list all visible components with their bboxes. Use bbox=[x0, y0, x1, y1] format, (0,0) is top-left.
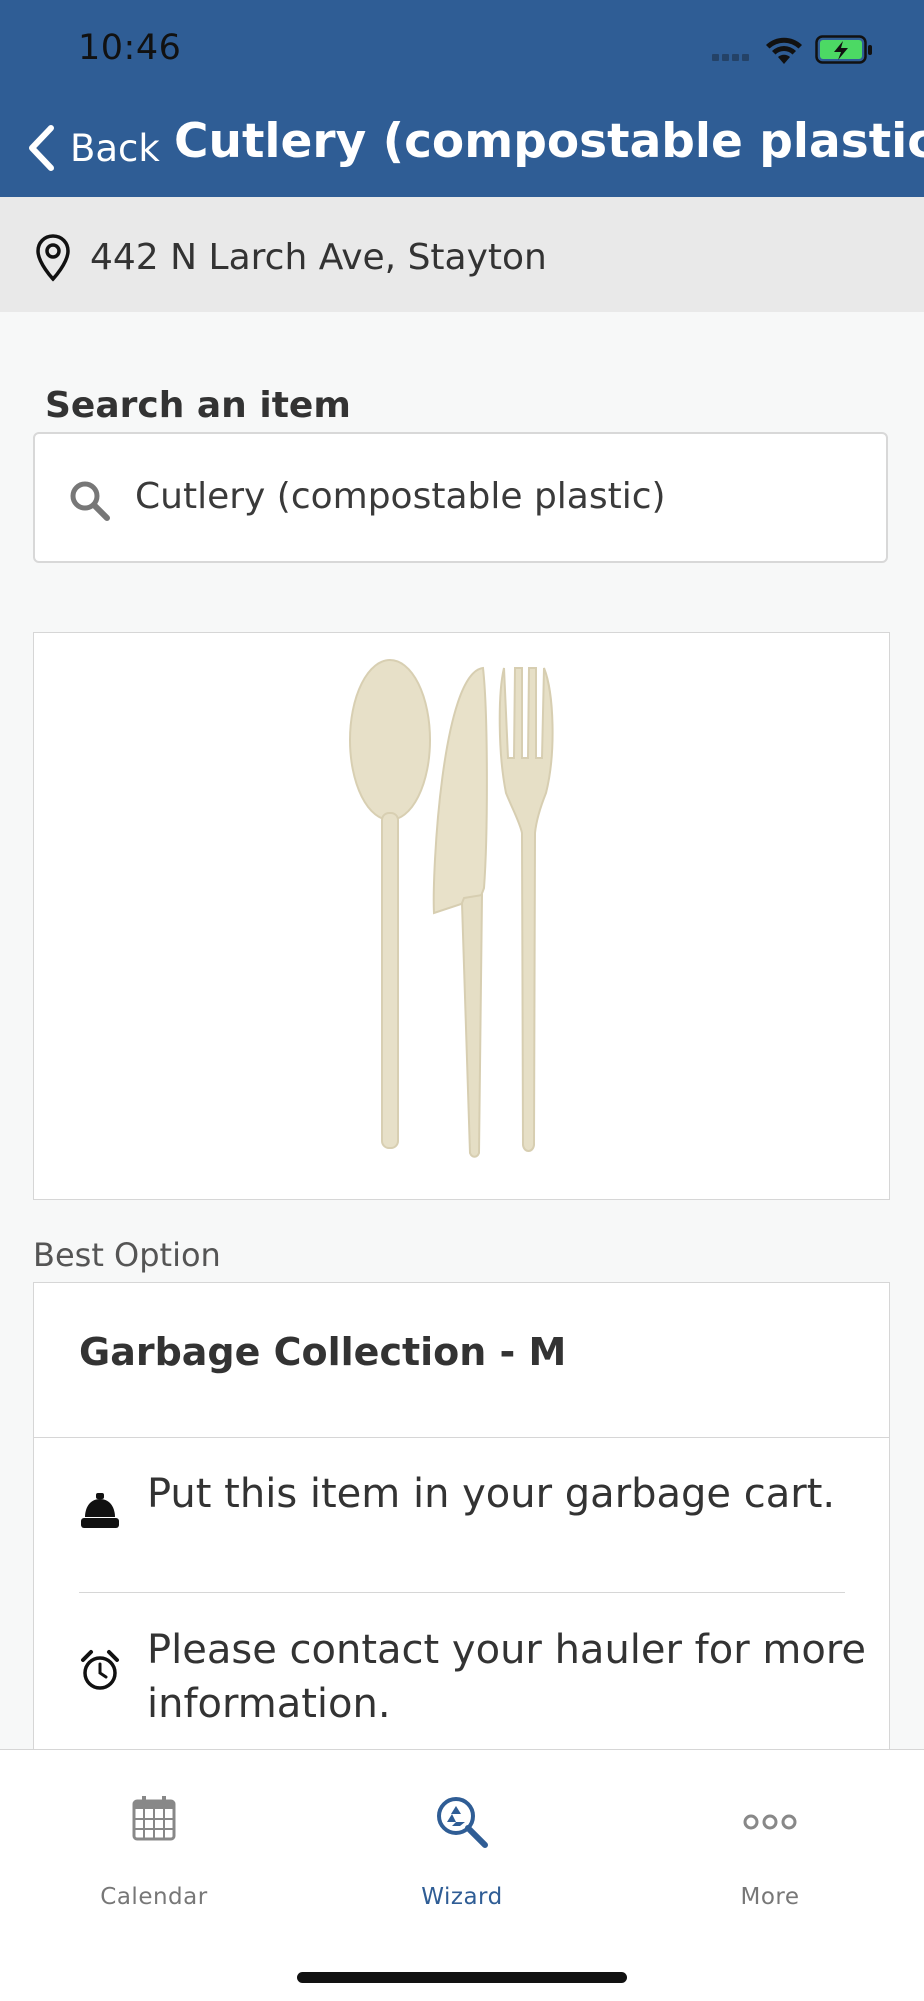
wifi-icon bbox=[766, 37, 802, 64]
tab-more[interactable]: More bbox=[616, 1750, 924, 1920]
location-pin-icon bbox=[36, 234, 70, 282]
calendar-icon bbox=[132, 1796, 176, 1841]
search-value[interactable]: Cutlery (compostable plastic) bbox=[135, 476, 666, 517]
battery-icon bbox=[815, 35, 872, 64]
instruction-divider bbox=[79, 1592, 845, 1593]
back-button[interactable]: Back bbox=[26, 118, 160, 178]
search-icon bbox=[70, 481, 110, 521]
tab-label: Calendar bbox=[100, 1884, 208, 1910]
recycle-search-icon bbox=[437, 1797, 488, 1848]
option-title: Garbage Collection - M bbox=[79, 1330, 567, 1374]
chevron-left-icon bbox=[29, 125, 54, 171]
navigation-header: 10:46 Back Cutlery (compostable plastic) bbox=[0, 0, 924, 197]
cellular-signal-icon bbox=[712, 54, 749, 61]
tab-label: Wizard bbox=[421, 1884, 503, 1910]
page-title: Cutlery (compostable plastic) bbox=[174, 114, 924, 169]
back-label: Back bbox=[70, 126, 160, 170]
home-indicator bbox=[297, 1972, 627, 1983]
status-time: 10:46 bbox=[78, 28, 182, 68]
tab-wizard[interactable]: Wizard bbox=[308, 1750, 616, 1920]
option-divider bbox=[34, 1437, 889, 1438]
bell-icon bbox=[81, 1493, 119, 1528]
cutlery-image bbox=[349, 659, 554, 1158]
more-icon bbox=[743, 1814, 797, 1830]
alarm-clock-icon bbox=[81, 1650, 119, 1690]
search-label: Search an item bbox=[45, 385, 351, 426]
item-image-card bbox=[33, 632, 890, 1200]
search-input[interactable]: Cutlery (compostable plastic) bbox=[33, 432, 888, 563]
instruction-text: Put this item in your garbage cart. bbox=[147, 1471, 836, 1517]
tab-calendar[interactable]: Calendar bbox=[0, 1750, 308, 1920]
best-option-label: Best Option bbox=[33, 1236, 221, 1274]
instruction-text: Please contact your hauler for more info… bbox=[147, 1627, 867, 1727]
tab-bar: Calendar Wizard More bbox=[0, 1749, 924, 2001]
tab-label: More bbox=[740, 1884, 800, 1910]
best-option-card: Garbage Collection - M Put this item in … bbox=[33, 1282, 890, 1762]
address-text[interactable]: 442 N Larch Ave, Stayton bbox=[90, 237, 547, 278]
